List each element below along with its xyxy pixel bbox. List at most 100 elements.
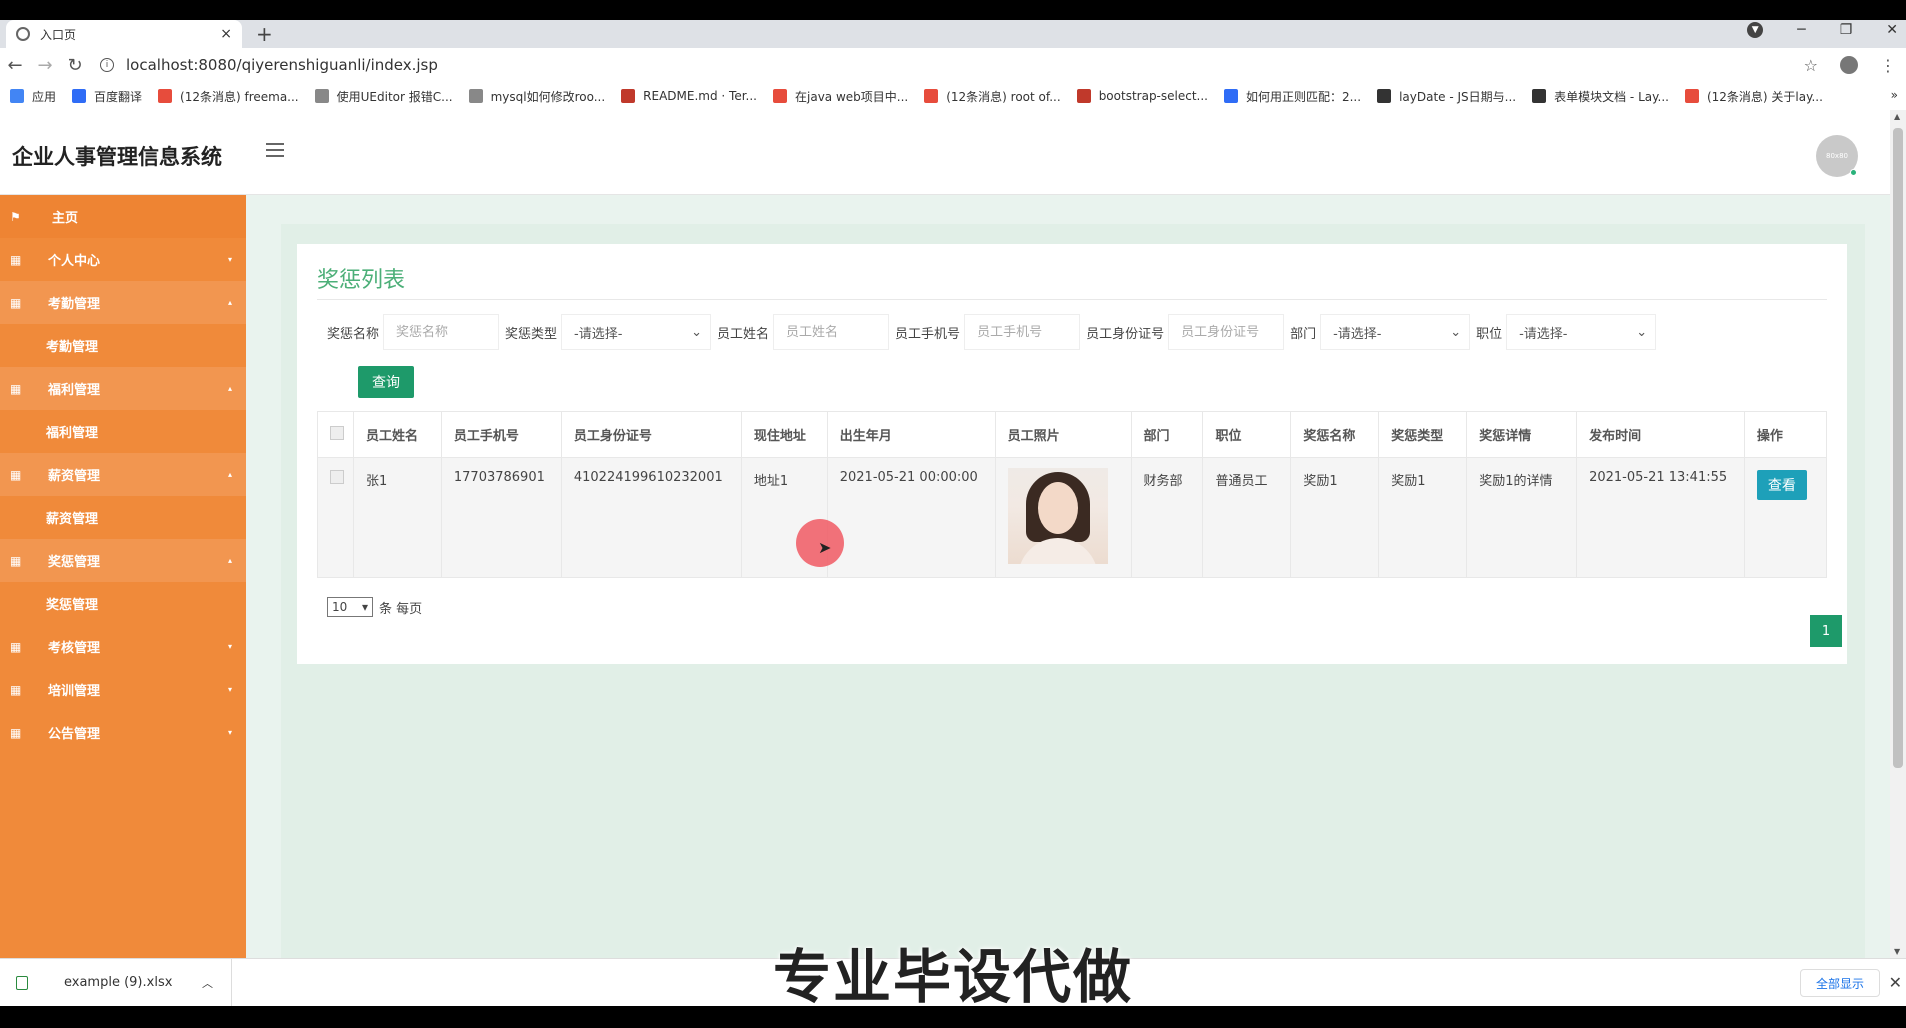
column-header: 员工照片 [994, 411, 1132, 458]
reload-icon[interactable]: ↻ [60, 55, 90, 76]
minimize-button[interactable]: ─ [1797, 22, 1805, 38]
cell-reward-type: 奖励1 [1378, 457, 1468, 578]
sidebar-item[interactable]: ▦ 公告管理 ▾ [0, 711, 246, 754]
table-header-row: 员工姓名 员工手机号 员工身份证号 现住地址 出生年月 员工照片 部门 职位 奖惩名称 奖惩类型奖… [317, 411, 1828, 458]
view-button[interactable]: 查看 [1756, 470, 1807, 500]
bookmark-favicon-icon [314, 89, 329, 103]
bookmark-item[interactable]: mysql如何修改roo... [468, 88, 605, 105]
restore-button[interactable]: ❐ [1840, 22, 1853, 38]
cell-phone: 17703786901 [440, 457, 562, 578]
sidebar-item[interactable]: ▦ 奖惩管理 ▴ [0, 539, 246, 582]
column-header: 职位 [1202, 411, 1292, 458]
forward-arrow-icon[interactable]: → [30, 55, 60, 76]
row-checkbox[interactable] [330, 470, 344, 484]
sidebar-item[interactable]: ▦ 培训管理 ▾ [0, 668, 246, 711]
sidebar-subitem[interactable]: 福利管理 [0, 410, 246, 453]
page-scrollbar[interactable]: ▲ ▼ [1890, 110, 1906, 958]
bookmark-label: layDate - JS日期与... [1399, 89, 1517, 104]
bookmark-favicon-icon [1532, 89, 1547, 103]
tab-close-button[interactable]: × [220, 26, 232, 42]
reward-type-label: 奖惩类型 [505, 326, 558, 342]
bookmark-favicon-icon [924, 89, 939, 103]
bookmark-label: 使用UEditor 报错C... [336, 89, 453, 104]
column-header: 奖惩类型 [1378, 411, 1468, 458]
caret-down-icon: ▾ [227, 685, 232, 694]
grid-icon: ▦ [10, 682, 22, 697]
page-number-button[interactable]: 1 [1810, 615, 1842, 647]
bookmark-favicon-icon [1223, 89, 1238, 103]
query-button[interactable]: 查询 [358, 366, 414, 398]
letterbox-bar [0, 1006, 1906, 1028]
bookmark-item[interactable]: 如何用正则匹配：2... [1223, 88, 1362, 105]
per-page-label: 条 每页 [379, 601, 423, 617]
cell-reward-detail: 奖励1的详情 [1466, 457, 1578, 578]
reward-name-input[interactable] [383, 314, 500, 350]
dept-select[interactable]: -请选择- ⌄ [1320, 314, 1471, 350]
emp-name-label: 员工姓名 [717, 326, 770, 342]
bookmark-star-icon[interactable]: ☆ [1804, 56, 1818, 75]
close-window-button[interactable]: ✕ [1886, 22, 1898, 38]
sidebar-item-label: 福利管理 [48, 383, 101, 398]
url-field[interactable]: i localhost:8080/qiyerenshiguanli/index.… [100, 51, 1804, 79]
address-bar-actions: ☆ ⋮ [1804, 56, 1906, 75]
column-header: 出生年月 [826, 411, 996, 458]
info-icon[interactable]: i [100, 58, 114, 72]
media-control-icon[interactable]: ▼ [1747, 22, 1764, 38]
bookmark-label: 如何用正则匹配：2... [1245, 89, 1362, 104]
bookmark-item[interactable]: (12条消息) root of... [924, 88, 1061, 105]
scrollbar-thumb[interactable] [1893, 128, 1903, 768]
grid-icon: ▦ [10, 295, 22, 310]
browser-tab[interactable]: 入口页 × [6, 20, 242, 48]
menu-dots-icon[interactable]: ⋮ [1880, 56, 1896, 75]
emp-phone-input[interactable] [964, 314, 1081, 350]
sidebar-item[interactable]: ▦ 考勤管理 ▴ [0, 281, 246, 324]
scroll-up-icon[interactable]: ▲ [1894, 112, 1900, 121]
bookmark-favicon-icon [773, 89, 787, 103]
new-tab-button[interactable]: + [256, 22, 273, 46]
bookmark-item[interactable]: 百度翻译 [72, 88, 142, 105]
profile-icon[interactable] [1840, 56, 1858, 74]
page-size-value: 10 [332, 600, 348, 614]
chevron-down-icon: ⌄ [1450, 324, 1462, 340]
bookmark-item[interactable]: (12条消息) 关于lay... [1684, 88, 1823, 105]
reward-type-select[interactable]: -请选择- ⌄ [561, 314, 712, 350]
sidebar-item[interactable]: ⚑ 主页 [0, 195, 246, 238]
bookmark-item[interactable]: 表单模块文档 - Lay... [1532, 88, 1669, 105]
sidebar-item[interactable]: ▦ 薪资管理 ▴ [0, 453, 246, 496]
page-size-select[interactable]: 10 ▾ [327, 597, 373, 617]
sidebar-subitem[interactable]: 考勤管理 [0, 324, 246, 367]
select-all-checkbox[interactable] [330, 425, 344, 440]
chevron-down-icon: ⌄ [1636, 324, 1648, 340]
caret-up-icon: ▴ [227, 470, 232, 479]
bookmark-item[interactable]: 在java web项目中... [773, 88, 908, 105]
page-size-control: 10 ▾ 条 每页 [327, 597, 422, 617]
bookmark-item[interactable]: 应用 [10, 88, 56, 105]
sidebar-subitem[interactable]: 薪资管理 [0, 496, 246, 539]
sidebar-item[interactable]: ▦ 考核管理 ▾ [0, 625, 246, 668]
bookmark-favicon-icon [158, 89, 173, 103]
emp-id-input[interactable] [1168, 314, 1285, 350]
emp-name-input[interactable] [773, 314, 890, 350]
hamburger-menu-icon[interactable] [266, 143, 284, 161]
bookmark-favicon-icon [72, 89, 87, 103]
column-header: 员工手机号 [440, 411, 562, 458]
cell-position: 普通员工 [1202, 457, 1292, 578]
bookmark-item[interactable]: layDate - JS日期与... [1377, 88, 1516, 105]
bookmark-item[interactable]: (12条消息) freema... [158, 88, 299, 105]
caret-up-icon: ▴ [227, 298, 232, 307]
bookmark-item[interactable]: 使用UEditor 报错C... [314, 88, 453, 105]
bookmarks-overflow-icon[interactable]: » [1891, 88, 1898, 102]
back-arrow-icon[interactable]: ← [0, 55, 30, 76]
user-avatar[interactable]: 80x80 [1816, 135, 1858, 177]
position-select[interactable]: -请选择- ⌄ [1506, 314, 1657, 350]
bookmark-item[interactable]: README.md · Ter... [621, 89, 757, 103]
sidebar-item[interactable]: ▦ 个人中心 ▾ [0, 238, 246, 281]
column-header: 操作 [1743, 411, 1828, 458]
bookmark-item[interactable]: bootstrap-select... [1076, 89, 1208, 103]
mouse-cursor-icon: ➤ [818, 538, 832, 557]
cell-name: 张1 [352, 457, 442, 578]
cell-action: 查看 [1743, 457, 1828, 578]
sidebar-item-label: 薪资管理 [48, 469, 101, 484]
sidebar-item[interactable]: ▦ 福利管理 ▴ [0, 367, 246, 410]
sidebar-subitem[interactable]: 奖惩管理 [0, 582, 246, 625]
